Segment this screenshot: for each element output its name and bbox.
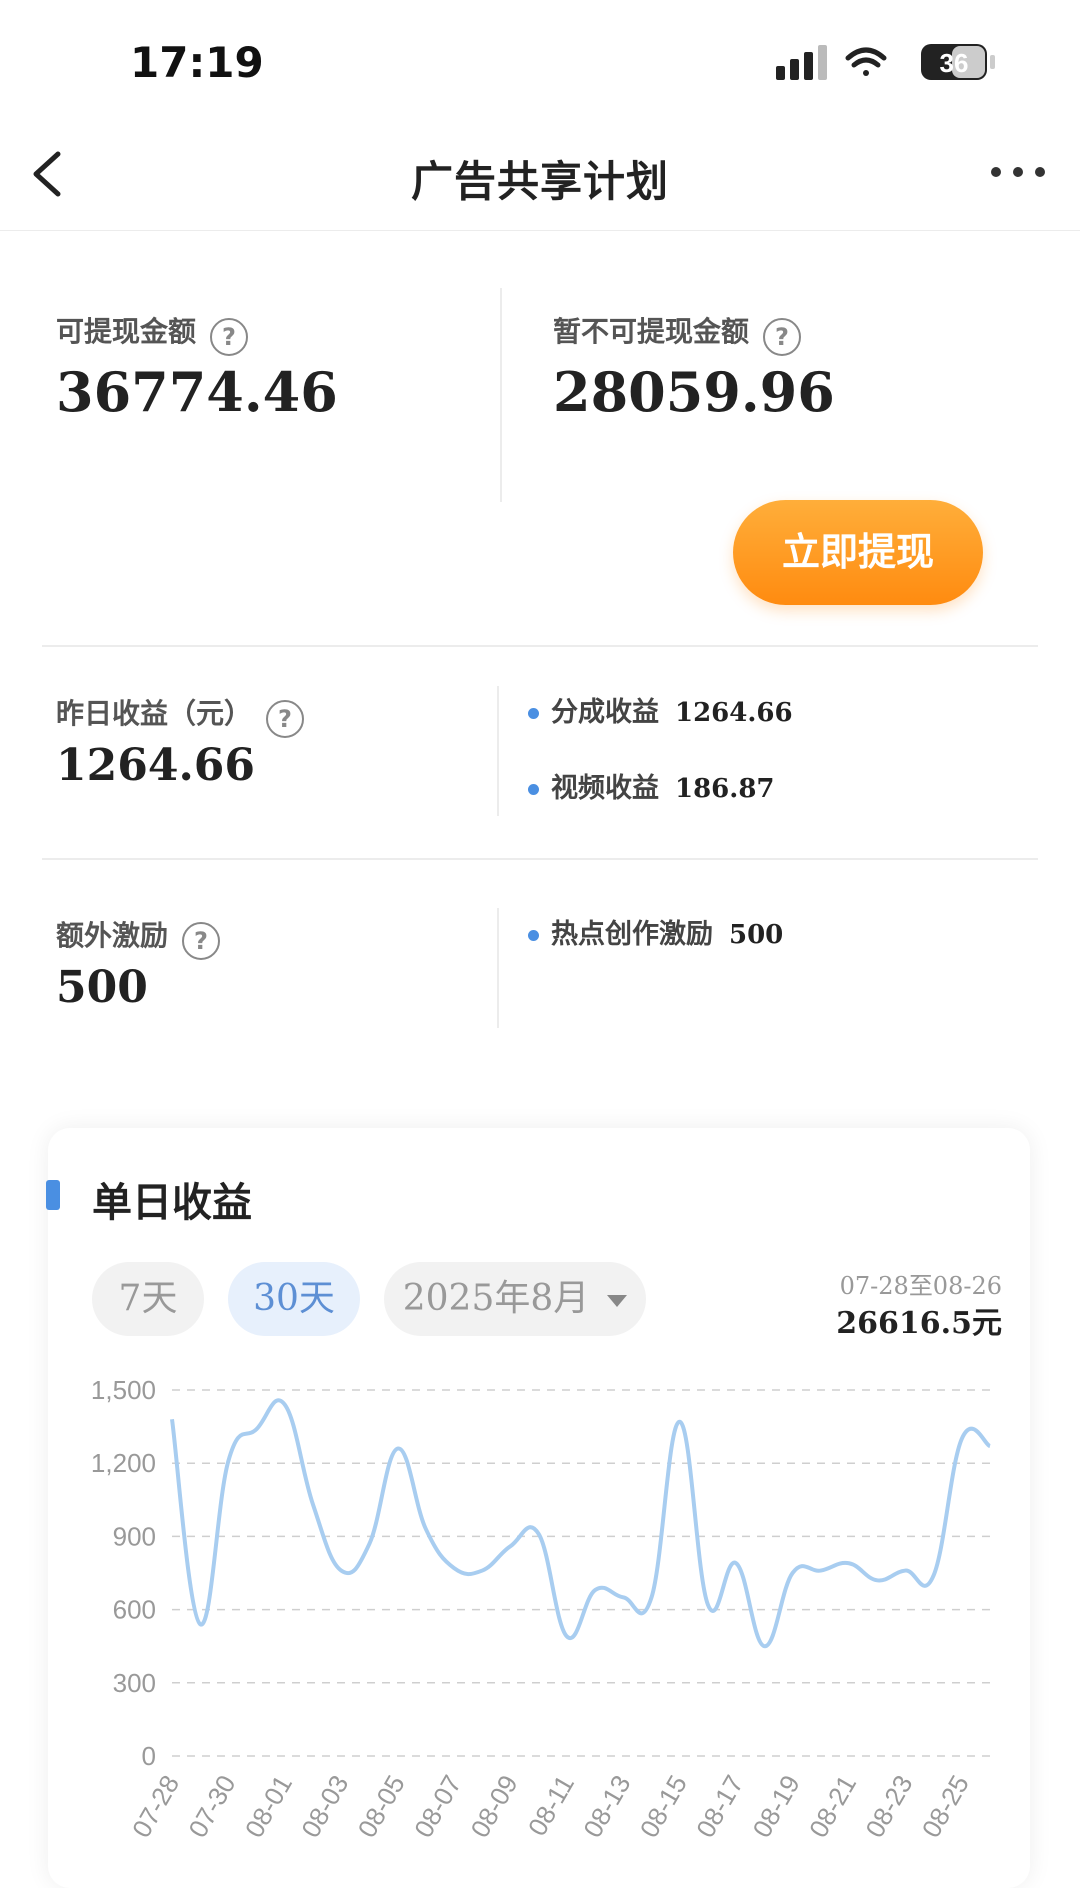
item-label: 分成收益 [551, 697, 659, 728]
withdrawable-label-row: 可提现金额? [56, 310, 249, 356]
withdraw-button[interactable]: 立即提现 [733, 500, 983, 605]
x-tick-label: 08-17 [690, 1770, 749, 1843]
status-time: 17:19 [130, 38, 264, 87]
withdrawable-label: 可提现金额 [56, 315, 197, 348]
income-item-share: 分成收益 1264.66 [528, 690, 793, 729]
month-select[interactable]: 2025年8月 [384, 1262, 646, 1336]
divider [497, 686, 499, 816]
x-tick-label: 07-30 [182, 1770, 241, 1843]
x-tick-label: 08-07 [408, 1770, 467, 1843]
battery-level: 36 [940, 48, 969, 78]
item-value: 186.87 [675, 774, 775, 804]
y-tick-label: 0 [142, 1741, 156, 1771]
extra-label-row: 额外激励? [56, 914, 221, 960]
x-tick-label: 08-03 [295, 1770, 354, 1843]
section-marker [46, 1180, 60, 1210]
help-icon[interactable]: ? [763, 317, 802, 356]
bullet-dot-icon [528, 708, 539, 719]
y-tick-label: 1,200 [91, 1448, 156, 1478]
x-tick-label: 08-01 [239, 1770, 298, 1843]
x-tick-label: 08-25 [916, 1770, 975, 1843]
divider [42, 858, 1038, 860]
date-range: 07-28至08-26 [839, 1272, 1002, 1300]
divider [497, 908, 499, 1028]
extra-amount: 500 [56, 962, 148, 1013]
item-value: 1264.66 [675, 698, 793, 728]
caret-down-icon [607, 1295, 628, 1307]
help-icon[interactable]: ? [182, 921, 221, 960]
y-tick-label: 900 [113, 1521, 156, 1551]
wifi-icon [845, 47, 887, 76]
x-tick-label: 08-09 [464, 1770, 523, 1843]
status-icons: 36 [776, 44, 995, 80]
yesterday-amount: 1264.66 [56, 740, 256, 791]
help-icon[interactable]: ? [266, 699, 305, 738]
battery-icon: 36 [921, 44, 995, 80]
y-tick-label: 600 [113, 1595, 156, 1625]
tab-30-days[interactable]: 30天 [228, 1262, 360, 1336]
page-title: 广告共享计划 [410, 157, 669, 206]
x-tick-label: 08-15 [634, 1770, 693, 1843]
item-label: 视频收益 [551, 773, 659, 804]
pending-label: 暂不可提现金额 [553, 315, 750, 348]
bullet-dot-icon [528, 930, 539, 941]
withdrawable-amount: 36774.46 [56, 360, 338, 424]
pending-amount: 28059.96 [553, 360, 835, 424]
income-item-hot-topic: 热点创作激励 500 [528, 912, 783, 951]
yesterday-label: 昨日收益（元） [56, 697, 253, 730]
range-total: 26616.5元 [836, 1306, 1002, 1341]
x-tick-label: 07-28 [126, 1770, 185, 1843]
income-item-video: 视频收益 186.87 [528, 766, 775, 805]
yesterday-label-row: 昨日收益（元）? [56, 692, 305, 738]
signal-icon [776, 45, 827, 80]
pending-label-row: 暂不可提现金额? [553, 310, 802, 356]
x-tick-label: 08-13 [577, 1770, 636, 1843]
card-title: 单日收益 [92, 1180, 252, 1226]
item-value: 500 [729, 920, 784, 950]
month-select-value: 2025年8月 [402, 1278, 590, 1319]
bullet-dot-icon [528, 784, 539, 795]
y-tick-label: 1,500 [91, 1375, 156, 1405]
y-tick-label: 300 [113, 1668, 156, 1698]
item-label: 热点创作激励 [551, 919, 713, 950]
x-tick-label: 08-21 [803, 1770, 862, 1843]
divider [42, 645, 1038, 647]
help-icon[interactable]: ? [210, 317, 249, 356]
x-tick-label: 08-19 [747, 1770, 806, 1843]
x-tick-label: 08-05 [352, 1770, 411, 1843]
more-icon[interactable] [988, 160, 1048, 184]
x-tick-label: 08-11 [522, 1770, 580, 1841]
x-tick-label: 08-23 [859, 1770, 918, 1843]
divider [500, 288, 502, 502]
tab-7-days[interactable]: 7天 [92, 1262, 204, 1336]
extra-label: 额外激励 [56, 919, 169, 952]
daily-earnings-chart: 0 300 600 900 1,200 1,500 07-2807-3008-0108-03… [91, 1375, 992, 1843]
